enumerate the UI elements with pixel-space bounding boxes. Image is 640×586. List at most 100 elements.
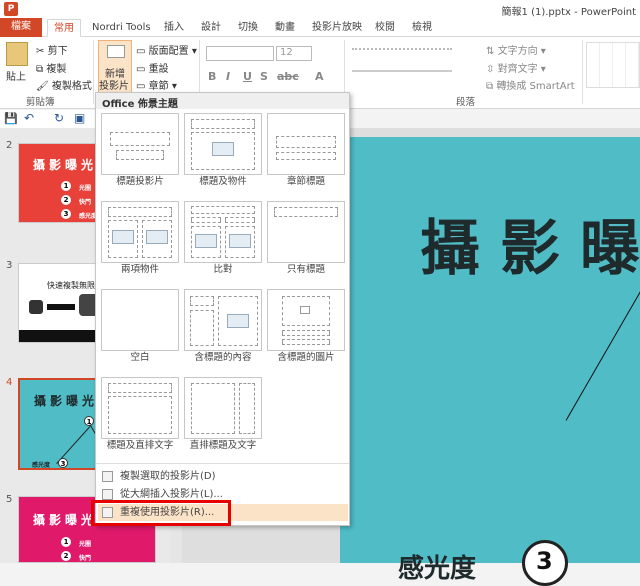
format-painter-button[interactable]: 🖌 複製格式 xyxy=(36,77,92,92)
placeholder xyxy=(190,310,214,346)
bullet-text: 快門 xyxy=(79,199,92,206)
bullets-icon[interactable] xyxy=(352,48,452,58)
layout-blank[interactable] xyxy=(101,289,179,351)
clipboard-group-label: 剪貼簿 xyxy=(26,97,55,108)
layout-picture-caption[interactable] xyxy=(267,289,345,351)
placeholder xyxy=(191,119,255,129)
scissors-icon: ✂ xyxy=(36,46,45,57)
divider xyxy=(582,40,583,104)
divider xyxy=(93,40,94,104)
bullet-3: 3 xyxy=(61,209,71,219)
chevron-down-icon: ▾ xyxy=(540,64,546,75)
layout-button[interactable]: ▭ 版面配置 ▾ xyxy=(136,42,197,57)
paste-icon[interactable] xyxy=(6,42,28,66)
placeholder xyxy=(191,217,221,223)
slide-number: 3 xyxy=(6,260,13,271)
layout-vertical-title-text[interactable] xyxy=(184,377,262,439)
outline-icon xyxy=(102,489,113,500)
smartart-icon: ⧉ xyxy=(486,81,494,92)
save-icon[interactable]: 💾 xyxy=(4,112,18,125)
tab-review[interactable]: 校閱 xyxy=(369,19,401,37)
tab-design[interactable]: 設計 xyxy=(195,19,227,37)
layout-section-header[interactable] xyxy=(267,113,345,175)
present-icon[interactable]: ▣ xyxy=(74,111,85,125)
tab-animations[interactable]: 動畫 xyxy=(269,19,301,37)
cut-label: 剪下 xyxy=(47,46,68,57)
tab-nordri-tools[interactable]: Nordri Tools xyxy=(86,19,157,37)
placeholder xyxy=(190,296,214,306)
robot-image xyxy=(29,300,43,314)
layout-label: 含標題的圖片 xyxy=(277,352,335,363)
text-direction-icon: ⇅ xyxy=(486,46,495,57)
content-icons xyxy=(195,234,217,248)
circle-number: 3 xyxy=(536,547,553,575)
tab-insert[interactable]: 插入 xyxy=(158,19,190,37)
placeholder xyxy=(108,207,172,217)
new-slide-button[interactable]: 新增 投影片 xyxy=(98,40,132,94)
layout-title-vertical-text[interactable] xyxy=(101,377,179,439)
section-label: 章節 xyxy=(148,81,169,92)
font-name-select[interactable] xyxy=(206,46,274,61)
layout-title-only[interactable] xyxy=(267,201,345,263)
reset-button[interactable]: ▭ 重設 xyxy=(136,60,169,75)
layout-content-caption[interactable] xyxy=(184,289,262,351)
placeholder xyxy=(191,206,255,214)
section-icon: ▭ xyxy=(136,81,146,92)
bullet-2: 2 xyxy=(61,195,71,205)
placeholder xyxy=(282,330,330,336)
main-slide-title[interactable]: 攝影曝 xyxy=(420,200,640,287)
smartart-button[interactable]: ⧉ 轉換成 SmartArt xyxy=(486,77,575,92)
chevron-down-icon: ▾ xyxy=(191,46,197,57)
placeholder xyxy=(108,383,172,393)
layout-title-slide[interactable] xyxy=(101,113,179,175)
align-text-button[interactable]: ⇳ 對齊文字 ▾ xyxy=(486,60,546,75)
paste-label[interactable]: 貼上 xyxy=(6,68,26,83)
slide-number: 2 xyxy=(6,140,13,151)
bullet-text: 光圈 xyxy=(79,541,92,548)
main-slide-label[interactable]: 感光度 xyxy=(398,548,476,585)
thumb-label: 感光度 xyxy=(32,462,51,469)
placeholder xyxy=(110,132,170,146)
placeholder xyxy=(108,396,172,434)
undo-icon[interactable]: ↶ xyxy=(24,111,34,125)
tab-view[interactable]: 檢視 xyxy=(406,19,438,37)
repeat-icon[interactable]: ↻ xyxy=(54,111,64,125)
tab-transitions[interactable]: 切換 xyxy=(232,19,264,37)
font-size-select[interactable]: 12 xyxy=(276,46,312,61)
placeholder xyxy=(116,150,164,160)
placeholder xyxy=(282,339,330,345)
tab-slideshow[interactable]: 投影片放映 xyxy=(306,19,368,37)
layout-two-content[interactable] xyxy=(101,201,179,263)
bold-icon[interactable]: B xyxy=(208,70,216,83)
reset-label: 重設 xyxy=(148,64,169,75)
tab-file[interactable]: 檔案 xyxy=(0,18,42,37)
cut-button[interactable]: ✂ 剪下 xyxy=(36,42,68,57)
placeholder xyxy=(276,136,336,148)
thumb-title: 攝影曝光 xyxy=(33,513,98,527)
duplicate-slides-item[interactable]: 複製選取的投影片(D) xyxy=(98,468,348,485)
underline-icon[interactable]: U xyxy=(243,70,252,83)
node-icon: 3 xyxy=(58,458,68,468)
copy-button[interactable]: ⧉ 複製 xyxy=(36,60,66,75)
arrow-image xyxy=(47,304,75,310)
brush-icon: 🖌 xyxy=(36,81,49,92)
layout-label: 章節標題 xyxy=(286,176,325,187)
text-direction-button[interactable]: ⇅ 文字方向 ▾ xyxy=(486,42,546,57)
strikethrough-icon[interactable]: abc xyxy=(277,70,299,83)
placeholder xyxy=(239,383,255,434)
layout-title-content[interactable] xyxy=(184,113,262,175)
content-icons xyxy=(227,314,249,328)
align-icon[interactable] xyxy=(352,70,452,80)
section-button[interactable]: ▭ 章節 ▾ xyxy=(136,77,177,92)
layout-comparison[interactable] xyxy=(184,201,262,263)
layout-label: 標題投影片 xyxy=(116,176,164,187)
font-color-icon[interactable]: A xyxy=(315,70,324,83)
dropdown-header: Office 佈景主題 xyxy=(96,93,349,110)
shapes-gallery[interactable] xyxy=(586,42,640,88)
tab-home[interactable]: 常用 xyxy=(47,19,81,37)
shadow-icon[interactable]: S xyxy=(260,70,268,83)
menu-item-label: 複製選取的投影片(D) xyxy=(120,471,216,482)
placeholder xyxy=(191,383,235,434)
layout-label: 只有標題 xyxy=(286,264,325,275)
italic-icon[interactable]: I xyxy=(226,70,230,83)
